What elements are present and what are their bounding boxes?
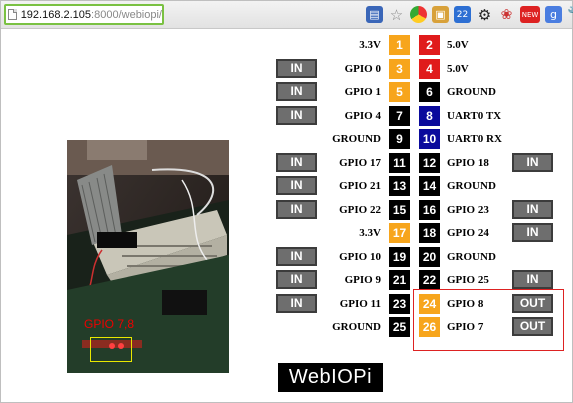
gpio-direction-button[interactable]: IN [276,199,317,219]
gpio-direction-button[interactable]: IN [276,293,317,313]
pin-label: GROUND [332,321,381,333]
pin-label: GPIO 23 [447,204,489,216]
pin-label: GROUND [447,251,496,263]
gear-icon[interactable]: ⚙ [476,6,493,24]
address-bar[interactable]: 192.168.2.105 :8000/webiopi/ [4,4,164,25]
pin-number[interactable]: 13 [389,176,410,196]
pin-number[interactable]: 22 [419,270,440,290]
gpio-direction-button[interactable]: IN [276,105,317,125]
pin-label: GROUND [447,86,496,98]
pin-label: 3.3V [359,39,381,51]
pin-number[interactable]: 6 [419,82,440,102]
gpio-direction-button[interactable]: IN [276,175,317,195]
pin-number[interactable]: 4 [419,59,440,79]
url-host: 192.168.2.105 [20,8,92,21]
pin-label: 5.0V [447,63,469,75]
pin-label: UART0 TX [447,110,502,122]
gpio-direction-button[interactable]: IN [276,58,317,78]
pin-number[interactable]: 7 [389,106,410,126]
pin-number[interactable]: 12 [419,153,440,173]
pin-label: GROUND [332,133,381,145]
pin-number[interactable]: 10 [419,129,440,149]
pin-label: GPIO 1 [344,86,381,98]
photos-icon[interactable]: ▣ [432,6,449,23]
pin-label: GPIO 18 [447,157,489,169]
pin-label: GPIO 11 [339,298,381,310]
output-highlight-box [413,289,564,351]
chrome-icon[interactable] [410,6,427,23]
gpio-direction-button[interactable]: IN [276,81,317,101]
pin-number[interactable]: 15 [389,200,410,220]
translate-icon[interactable]: g [545,6,562,23]
pin-number[interactable]: 3 [389,59,410,79]
pin-label: GPIO 4 [344,110,381,122]
rss-icon[interactable]: ▤ [366,6,383,23]
pin-number[interactable]: 25 [389,317,410,337]
pin-label: GPIO 0 [344,63,381,75]
pin-number[interactable]: 17 [389,223,410,243]
pin-label: GPIO 22 [339,204,381,216]
pin-number[interactable]: 8 [419,106,440,126]
star-icon[interactable]: ☆ [388,6,405,24]
extension-icons: ▤ ☆ ▣ 22 ⚙ ❀ NEW g 🔧 [366,6,573,24]
pin-number[interactable]: 20 [419,247,440,267]
pin-number[interactable]: 1 [389,35,410,55]
gpio-direction-button[interactable]: IN [512,222,553,242]
gpio-direction-button[interactable]: IN [512,269,553,289]
pin-number[interactable]: 9 [389,129,410,149]
bug-icon[interactable]: ❀ [498,6,515,23]
pin-number[interactable]: 14 [419,176,440,196]
pin-label: GPIO 24 [447,227,489,239]
webiopi-logo: WebIOPi [278,363,383,392]
pin-label: GPIO 21 [339,180,381,192]
gpio-direction-button[interactable]: IN [512,199,553,219]
browser-toolbar: 192.168.2.105 :8000/webiopi/ ▤ ☆ ▣ 22 ⚙ … [1,1,573,29]
pin-label: UART0 RX [447,133,502,145]
page-icon [8,9,17,20]
pin-label: 5.0V [447,39,469,51]
pin-number[interactable]: 23 [389,294,410,314]
pin-number[interactable]: 11 [389,153,410,173]
menu-icon[interactable]: 🔧 [567,6,573,23]
pin-label: GPIO 9 [344,274,381,286]
pin-label: GROUND [447,180,496,192]
pin-label: GPIO 10 [339,251,381,263]
pin-number[interactable]: 21 [389,270,410,290]
gpio-direction-button[interactable]: IN [512,152,553,172]
pin-number[interactable]: 19 [389,247,410,267]
gpio-direction-button[interactable]: IN [276,246,317,266]
pin-number[interactable]: 2 [419,35,440,55]
pin-number[interactable]: 16 [419,200,440,220]
pin-label: 3.3V [359,227,381,239]
url-path: :8000/webiopi/ [91,8,162,21]
calendar-icon[interactable]: 22 [454,6,471,23]
gpio-direction-button[interactable]: IN [276,269,317,289]
led-highlight-box [90,337,132,362]
pin-number[interactable]: 5 [389,82,410,102]
pin-label: GPIO 25 [447,274,489,286]
gpio-direction-button[interactable]: IN [276,152,317,172]
pin-number[interactable]: 18 [419,223,440,243]
photo-caption: GPIO 7,8 [84,317,135,331]
pin-label: GPIO 17 [339,157,381,169]
new-icon[interactable]: NEW [520,6,540,23]
